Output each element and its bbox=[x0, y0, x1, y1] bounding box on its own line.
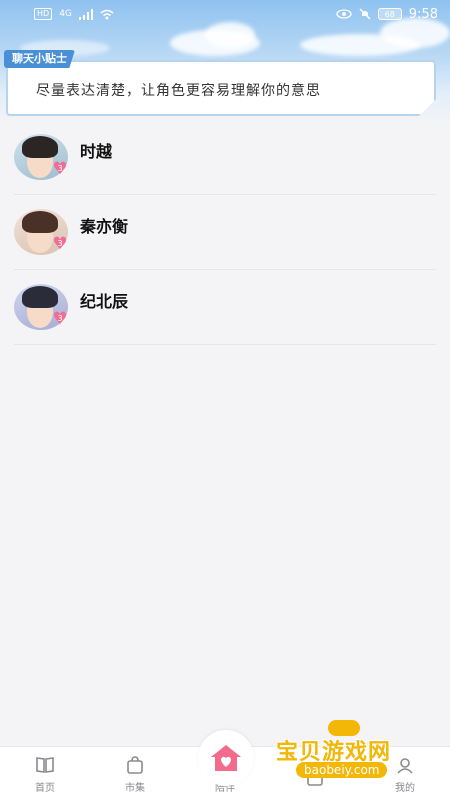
character-row[interactable]: ♥ 3 纪北辰 bbox=[14, 270, 436, 345]
companion-home-button[interactable] bbox=[198, 730, 254, 786]
signal-icon bbox=[78, 8, 93, 20]
nav-item-market[interactable]: 市集 bbox=[100, 754, 170, 794]
character-name: 秦亦衡 bbox=[80, 217, 129, 236]
affection-level: 3 bbox=[57, 164, 63, 173]
status-left-group: HD 4G bbox=[34, 8, 114, 20]
chat-tip-text: 尽量表达清楚，让角色更容易理解你的意思 bbox=[36, 83, 321, 99]
status-time: 9:58 bbox=[408, 6, 438, 22]
home-heart-icon bbox=[211, 745, 241, 771]
watermark-logo: 宝贝游戏网 baobeiy.com bbox=[276, 720, 436, 780]
mute-bell-icon bbox=[359, 8, 371, 20]
affection-level: 3 bbox=[57, 314, 63, 323]
battery-indicator: 68 bbox=[377, 8, 402, 20]
hd-indicator: HD bbox=[34, 8, 53, 20]
status-right-group: 68 9:58 bbox=[336, 7, 438, 22]
status-bar: HD 4G 68 9:58 bbox=[0, 0, 450, 28]
affection-heart-icon: ♥ 3 bbox=[50, 310, 70, 328]
nav-label: 我的 bbox=[395, 783, 415, 794]
eye-icon bbox=[336, 9, 352, 19]
affection-level: 3 bbox=[57, 239, 63, 248]
nav-item-home[interactable]: 首页 bbox=[10, 754, 80, 794]
character-list: ♥ 3 时越 ♥ 3 秦亦衡 ♥ 3 纪北辰 bbox=[14, 120, 436, 345]
tip-badge: 聊天小贴士 bbox=[4, 50, 75, 68]
watermark-url: baobeiy.com bbox=[296, 762, 388, 778]
character-row[interactable]: ♥ 3 时越 bbox=[14, 120, 436, 195]
character-row[interactable]: ♥ 3 秦亦衡 bbox=[14, 195, 436, 270]
nav-label: 市集 bbox=[125, 783, 145, 794]
character-name: 时越 bbox=[80, 142, 113, 161]
affection-heart-icon: ♥ 3 bbox=[50, 160, 70, 178]
wifi-icon bbox=[100, 9, 114, 19]
character-name: 纪北辰 bbox=[80, 292, 129, 311]
network-type: 4G bbox=[59, 9, 72, 19]
affection-heart-icon: ♥ 3 bbox=[50, 235, 70, 253]
nav-label: 首页 bbox=[35, 783, 55, 794]
book-icon bbox=[35, 754, 55, 776]
shopping-bag-icon bbox=[125, 754, 145, 776]
